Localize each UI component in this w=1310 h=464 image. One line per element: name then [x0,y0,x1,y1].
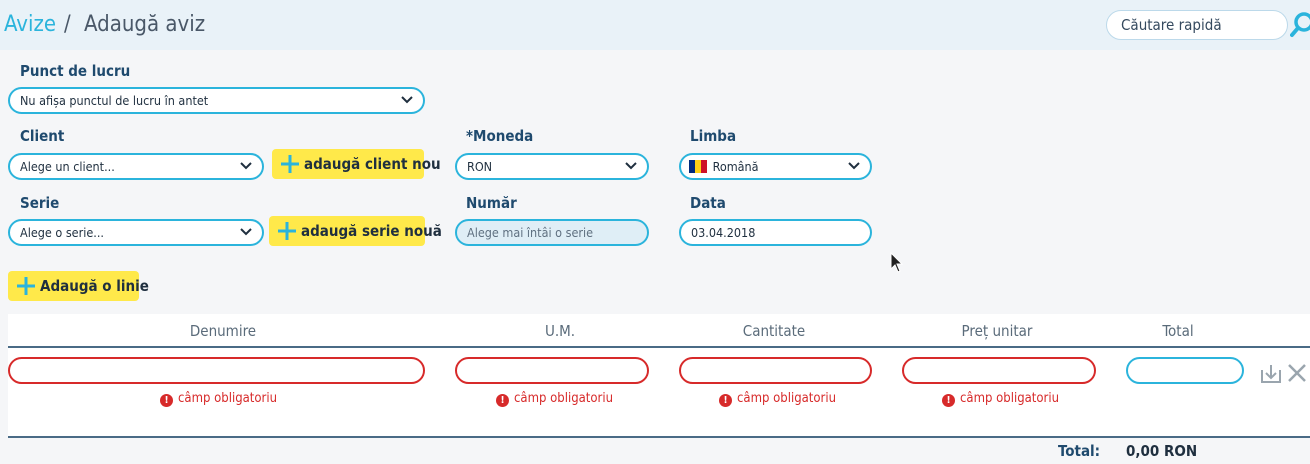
breadcrumb-avize-link[interactable]: Avize [4,12,56,37]
quick-search-input[interactable]: Căutare rapidă [1106,10,1288,40]
pret-unitar-input[interactable] [902,357,1096,384]
data-value: 03.04.2018 [691,225,756,240]
data-label: Data [690,194,726,212]
romania-flag-icon [689,160,707,173]
table-header-divider [8,346,1310,348]
column-header-cantitate: Cantitate [742,322,806,340]
column-header-total: Total [1162,322,1194,340]
pret-unitar-error: ! câmp obligatoriu [942,391,1059,407]
um-error: ! câmp obligatoriu [496,391,613,407]
add-line-button[interactable]: Adaugă o linie [8,271,149,301]
error-icon: ! [719,394,732,407]
punct-de-lucru-value: Nu afișa punctul de lucru în antet [20,93,209,108]
add-serie-button[interactable]: adaugă serie nouă [269,216,442,246]
denumire-input[interactable] [8,357,425,384]
numar-label: Număr [466,194,517,212]
cursor-icon [890,252,904,273]
um-input[interactable] [455,357,649,384]
add-line-label: Adaugă o linie [40,277,149,295]
moneda-label: *Moneda [466,127,534,145]
numar-value: Alege mai întâi o serie [467,225,594,240]
total-input[interactable] [1126,357,1244,384]
client-label: Client [20,127,65,145]
grand-total-label: Total: [1058,442,1101,460]
page-title: Adaugă aviz [84,12,206,37]
cantitate-input[interactable] [679,357,872,384]
add-client-label: adaugă client nou [304,155,441,173]
add-serie-label: adaugă serie nouă [301,222,442,240]
client-select[interactable]: Alege un client... [8,153,264,180]
error-icon: ! [942,394,955,407]
column-header-pret-unitar: Preț unitar [961,322,1033,340]
client-value: Alege un client... [20,159,115,174]
chevron-down-icon [625,162,637,170]
moneda-select[interactable]: RON [455,153,649,180]
download-icon[interactable] [1260,362,1282,384]
chevron-down-icon [240,162,252,170]
table-footer-divider [8,436,1310,438]
column-header-denumire: Denumire [189,322,257,340]
chevron-down-icon [240,228,252,236]
breadcrumb-separator: / [64,12,71,37]
plus-icon [278,222,296,240]
moneda-value: RON [467,159,493,174]
close-icon[interactable] [1286,362,1308,384]
data-input[interactable]: 03.04.2018 [679,219,872,246]
limba-select[interactable]: Română [679,153,872,180]
search-icon[interactable] [1290,9,1310,39]
error-text: câmp obligatoriu [178,391,278,406]
column-header-um: U.M. [544,322,576,340]
serie-value: Alege o serie... [20,225,104,240]
error-text: câmp obligatoriu [514,391,614,406]
error-icon: ! [496,394,509,407]
cantitate-error: ! câmp obligatoriu [719,391,836,407]
plus-icon [281,155,299,173]
chevron-down-icon [401,96,413,104]
plus-icon [17,277,35,295]
grand-total-value: 0,00 RON [1126,442,1198,460]
limba-value: Română [712,159,759,174]
serie-select[interactable]: Alege o serie... [8,219,264,246]
error-text: câmp obligatoriu [737,391,837,406]
punct-de-lucru-select[interactable]: Nu afișa punctul de lucru în antet [8,87,425,114]
serie-label: Serie [20,194,60,212]
error-icon: ! [160,394,173,407]
chevron-down-icon [848,162,860,170]
add-client-button[interactable]: adaugă client nou [272,149,441,179]
limba-label: Limba [690,127,737,145]
error-text: câmp obligatoriu [960,391,1060,406]
punct-de-lucru-label: Punct de lucru [20,62,131,80]
denumire-error: ! câmp obligatoriu [160,391,277,407]
numar-field: Alege mai întâi o serie [455,219,649,246]
